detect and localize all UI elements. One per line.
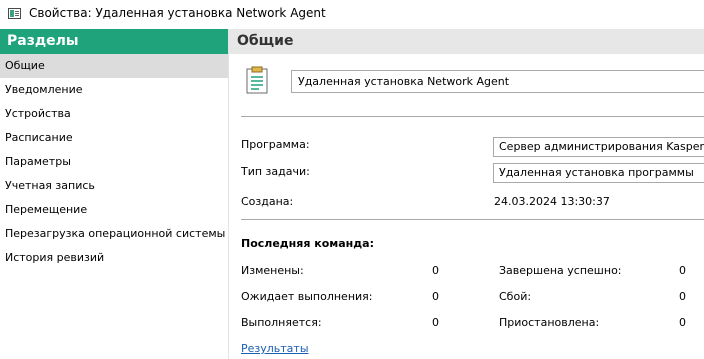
sidebar-item-account[interactable]: Учетная запись [0, 174, 228, 198]
created-label: Создана: [241, 195, 294, 208]
task-type-field: Удаленная установка программы [493, 163, 704, 183]
stat-value: 0 [679, 316, 686, 329]
sidebar-item-os-restart[interactable]: Перезагрузка операционной системы [0, 222, 228, 246]
sidebar-item-notification[interactable]: Уведомление [0, 78, 228, 102]
sidebar-item-parameters[interactable]: Параметры [0, 150, 228, 174]
title-bar: Свойства: Удаленная установка Network Ag… [0, 0, 704, 29]
sidebar-item-schedule[interactable]: Расписание [0, 126, 228, 150]
stat-value: 0 [679, 290, 686, 303]
general-panel: Общие Программа: Сервер администрировани… [229, 29, 704, 359]
stat-label: Выполняется: [241, 316, 322, 329]
stat-value: 0 [432, 290, 439, 303]
stat-label: Завершена успешно: [499, 264, 622, 277]
last-command-title: Последняя команда: [241, 237, 374, 250]
window-app-icon [8, 8, 21, 19]
task-name-input[interactable] [291, 70, 704, 93]
sections-sidebar: Разделы Общие Уведомление Устройства Рас… [0, 29, 229, 359]
stat-label: Сбой: [499, 290, 532, 303]
sidebar-header: Разделы [0, 29, 228, 54]
stat-label: Ожидает выполнения: [241, 290, 373, 303]
section-header: Общие [229, 29, 704, 54]
stat-value: 0 [679, 264, 686, 277]
sidebar-item-general[interactable]: Общие [0, 54, 228, 78]
sidebar-item-devices[interactable]: Устройства [0, 102, 228, 126]
divider [241, 219, 704, 220]
stat-value: 0 [432, 264, 439, 277]
stat-label: Приостановлена: [499, 316, 600, 329]
program-label: Программа: [241, 138, 310, 151]
window-title: Свойства: Удаленная установка Network Ag… [29, 6, 326, 20]
divider [241, 116, 704, 117]
task-type-label: Тип задачи: [241, 165, 310, 178]
sidebar-item-move[interactable]: Перемещение [0, 198, 228, 222]
program-field: Сервер администрирования Kaspersky Se [493, 137, 704, 157]
stat-value: 0 [432, 316, 439, 329]
sidebar-item-revision-history[interactable]: История ревизий [0, 246, 228, 270]
stat-label: Изменены: [241, 264, 304, 277]
created-value: 24.03.2024 13:30:37 [494, 195, 610, 208]
clipboard-icon [246, 66, 268, 94]
results-link[interactable]: Результаты [241, 342, 309, 355]
